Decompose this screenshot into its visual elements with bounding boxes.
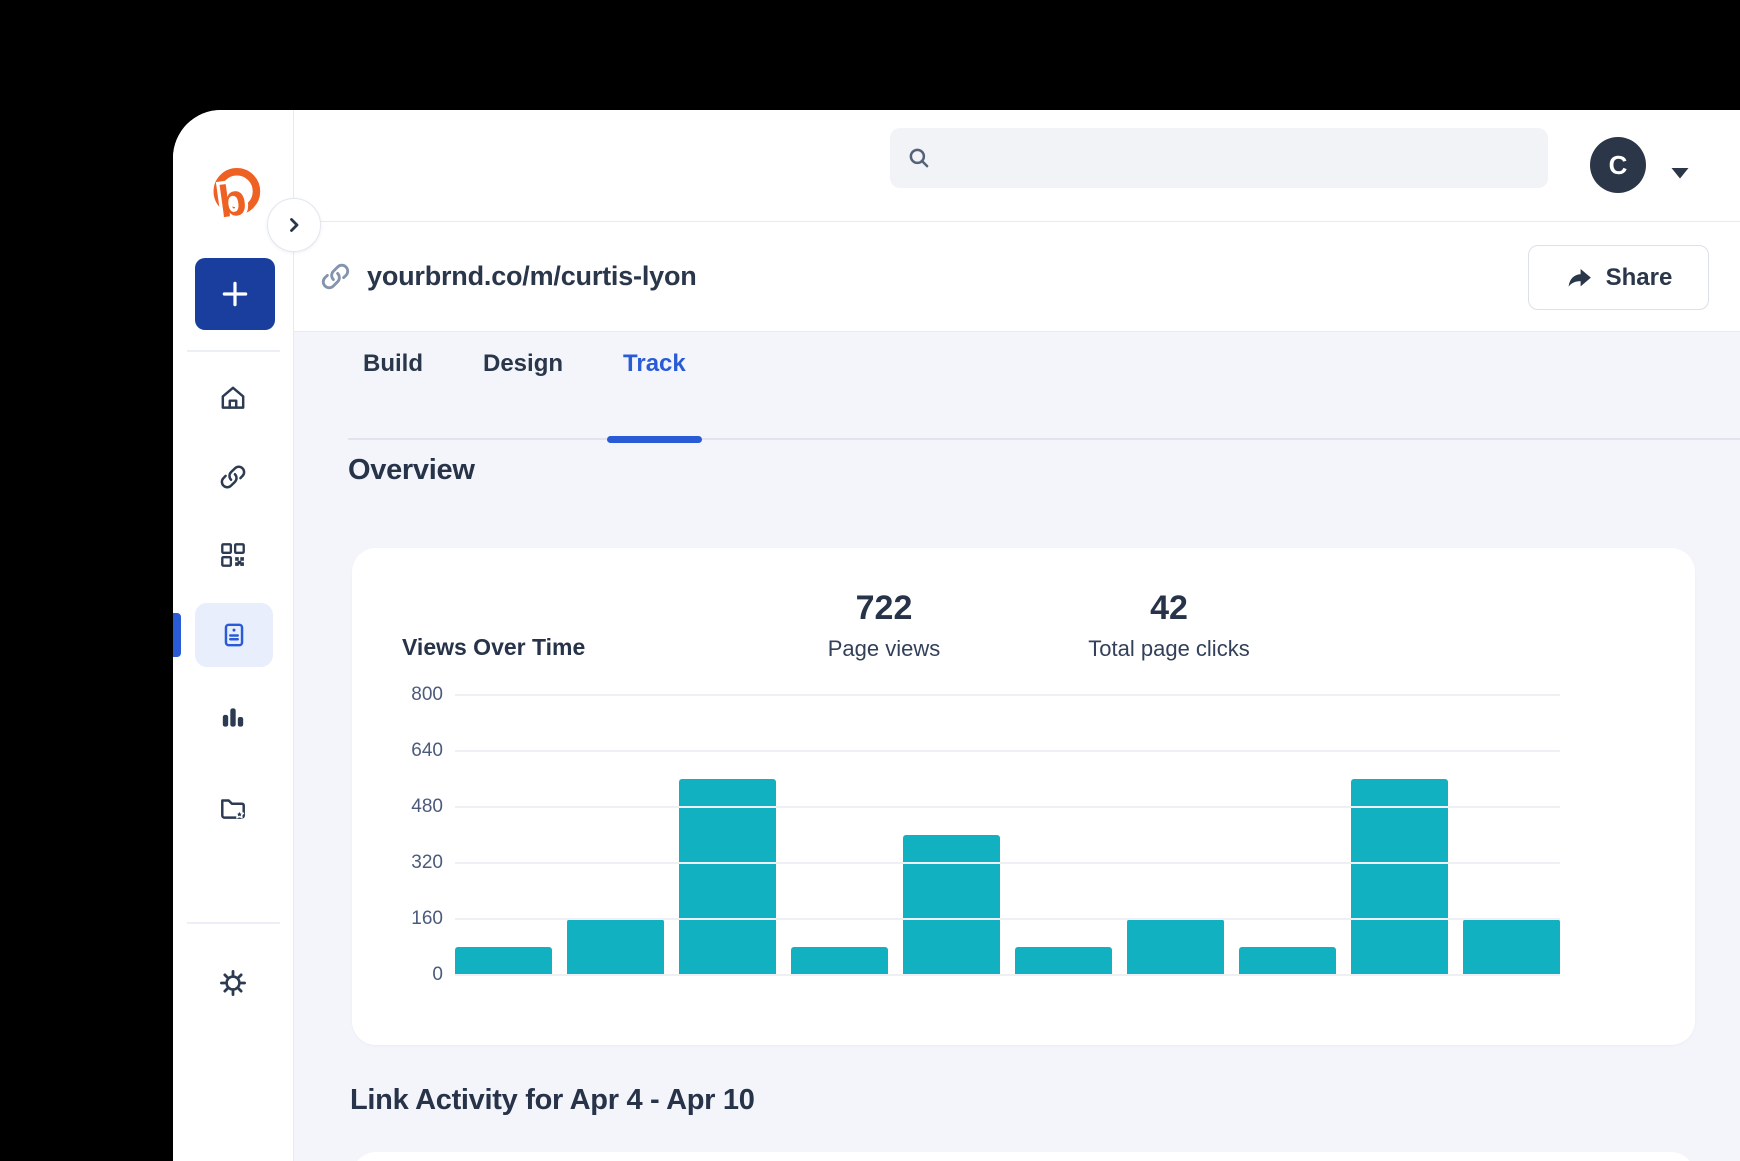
bar-7	[1127, 919, 1224, 975]
sidebar: b	[173, 110, 294, 1161]
bitly-logo[interactable]: b	[207, 165, 263, 227]
y-tick-800: 800	[372, 684, 443, 706]
sidebar-item-pages[interactable]	[195, 603, 273, 667]
global-search[interactable]	[890, 128, 1548, 188]
settings-gear-icon	[218, 968, 248, 998]
bar-5	[903, 835, 1000, 975]
sidebar-item-links[interactable]	[194, 449, 272, 505]
views-over-time-card: Views Over Time 722 Page views 42 Total …	[352, 548, 1695, 1045]
page-url: yourbrnd.co/m/curtis-lyon	[367, 261, 697, 292]
chevron-right-icon	[283, 214, 305, 236]
stat-total-page-clicks: 42 Total page clicks	[1049, 588, 1289, 662]
campaigns-folder-icon	[218, 793, 248, 823]
search-icon	[906, 145, 932, 171]
tabs: Build Design Track	[363, 346, 686, 443]
sidebar-collapse-button[interactable]	[267, 198, 321, 252]
tab-design[interactable]: Design	[483, 346, 563, 443]
y-tick-640: 640	[372, 740, 443, 762]
sidebar-divider-top	[187, 350, 280, 352]
logo-letter: b	[215, 174, 249, 227]
home-icon	[218, 383, 248, 413]
sidebar-item-qr-codes[interactable]	[194, 527, 272, 583]
header-divider	[294, 221, 1740, 222]
active-nav-indicator	[173, 613, 181, 657]
y-tick-320: 320	[372, 852, 443, 874]
stat-label: Page views	[764, 636, 1004, 662]
tab-track[interactable]: Track	[623, 346, 686, 443]
sidebar-item-home[interactable]	[194, 370, 272, 426]
avatar[interactable]: C	[1590, 137, 1646, 193]
sidebar-item-campaigns[interactable]	[194, 780, 272, 836]
gridline-640	[455, 750, 1560, 752]
chart-title: Views Over Time	[402, 634, 585, 661]
url-link-icon	[319, 260, 352, 293]
pages-icon	[219, 620, 249, 650]
share-button[interactable]: Share	[1528, 245, 1709, 310]
bar-3	[679, 779, 776, 975]
qr-code-icon	[218, 540, 248, 570]
stat-page-views: 722 Page views	[764, 588, 1004, 662]
sidebar-divider-bottom	[187, 922, 280, 924]
bar-2	[567, 919, 664, 975]
gridline-0	[455, 974, 1560, 976]
analytics-icon	[218, 702, 248, 732]
bar-series	[455, 695, 1560, 975]
y-tick-0: 0	[372, 964, 443, 986]
y-tick-480: 480	[372, 796, 443, 818]
create-new-button[interactable]	[195, 258, 275, 330]
bar-6	[1015, 947, 1112, 975]
sidebar-item-analytics[interactable]	[194, 689, 272, 745]
bar-4	[791, 947, 888, 975]
stat-label: Total page clicks	[1049, 636, 1289, 662]
star-glyph	[235, 810, 243, 817]
tab-build[interactable]: Build	[363, 346, 423, 443]
avatar-initial: C	[1609, 150, 1628, 181]
gridline-160	[455, 918, 1560, 920]
y-tick-160: 160	[372, 908, 443, 930]
share-label: Share	[1606, 264, 1673, 292]
account-menu-button[interactable]	[1670, 168, 1690, 179]
app-window: b	[173, 110, 1740, 1161]
sidebar-item-settings[interactable]	[194, 955, 272, 1011]
bar-9	[1351, 779, 1448, 975]
screenshot-stage: b	[0, 0, 1740, 1161]
page-title: Overview	[348, 454, 475, 487]
bar-10	[1463, 919, 1560, 975]
link-activity-card	[352, 1152, 1695, 1161]
gridline-800	[455, 694, 1560, 696]
bar-1	[455, 947, 552, 975]
gridline-320	[455, 862, 1560, 864]
stat-value: 42	[1049, 588, 1289, 628]
caret-down-icon	[1670, 168, 1690, 179]
link-activity-title: Link Activity for Apr 4 - Apr 10	[350, 1084, 755, 1117]
gridline-480	[455, 806, 1560, 808]
link-icon	[218, 462, 248, 492]
plus-icon	[219, 278, 251, 310]
bar-chart-plot: 8006404803201600	[455, 695, 1560, 975]
content-area: Build Design Track Overview Views Over Tim…	[294, 332, 1740, 1161]
bar-8	[1239, 947, 1336, 975]
stat-value: 722	[764, 588, 1004, 628]
share-arrow-icon	[1565, 265, 1593, 291]
search-input[interactable]	[942, 144, 1532, 172]
